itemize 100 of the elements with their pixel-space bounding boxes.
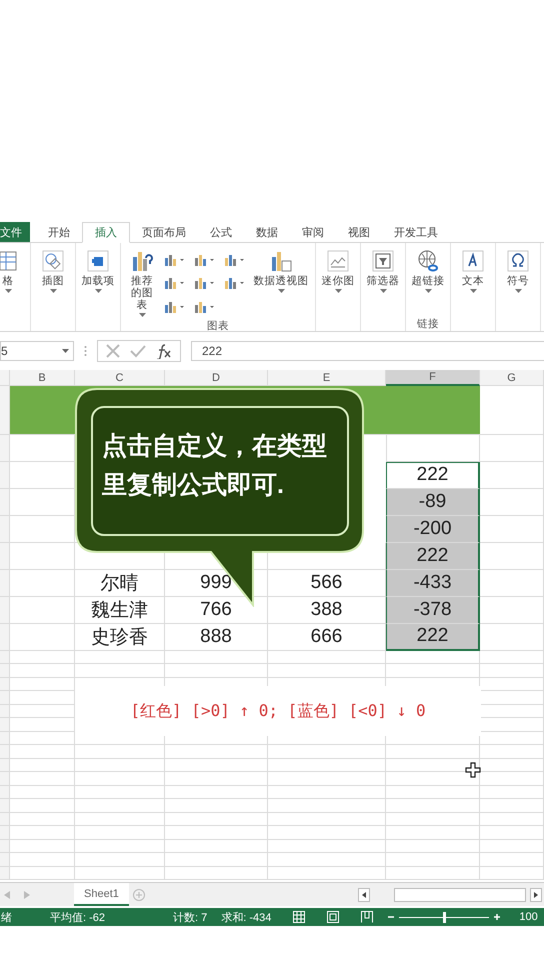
- table-cell[interactable]: [480, 542, 544, 570]
- page-break-icon[interactable]: [361, 911, 374, 923]
- table-cell[interactable]: [268, 866, 386, 880]
- chart-type-icon[interactable]: [164, 253, 186, 267]
- row-header[interactable]: [0, 826, 10, 840]
- row-header[interactable]: [0, 650, 10, 664]
- table-cell[interactable]: [165, 650, 268, 664]
- table-cell[interactable]: [480, 866, 544, 880]
- chart-type-icon[interactable]: [164, 276, 186, 290]
- row-header[interactable]: [0, 462, 10, 489]
- table-cell[interactable]: [165, 786, 268, 800]
- table-cell[interactable]: [10, 772, 75, 786]
- table-cell[interactable]: 尔晴: [75, 570, 165, 597]
- previous-icon[interactable]: [4, 890, 10, 898]
- table-cell[interactable]: [386, 812, 480, 826]
- ribbon-tab[interactable]: 视图: [336, 222, 382, 242]
- table-cell[interactable]: [386, 799, 480, 813]
- chart-type-icon[interactable]: [164, 300, 186, 314]
- table-cell[interactable]: [268, 664, 386, 678]
- table-cell[interactable]: [75, 799, 165, 813]
- formula-input[interactable]: 222: [191, 341, 544, 361]
- column-header[interactable]: E: [268, 370, 386, 386]
- table-cell[interactable]: [165, 866, 268, 880]
- table-cell[interactable]: [268, 853, 386, 867]
- table-cell[interactable]: [386, 840, 480, 854]
- check-icon[interactable]: [130, 344, 146, 358]
- table-cell[interactable]: [480, 840, 544, 854]
- row-header[interactable]: [0, 704, 10, 718]
- table-cell[interactable]: [386, 664, 480, 678]
- chart-type-icon[interactable]: [194, 300, 216, 314]
- zoom-in-icon[interactable]: [493, 913, 502, 921]
- column-header[interactable]: C: [75, 370, 165, 386]
- table-cell[interactable]: [386, 853, 480, 867]
- table-cell[interactable]: [480, 516, 544, 543]
- table-cell[interactable]: [165, 799, 268, 813]
- table-cell[interactable]: [480, 570, 544, 597]
- table-cell[interactable]: [386, 650, 480, 664]
- chart-type-icon[interactable]: [194, 276, 216, 290]
- table-cell[interactable]: 222: [386, 624, 480, 651]
- row-header[interactable]: [0, 840, 10, 854]
- table-cell[interactable]: [480, 772, 544, 786]
- row-header[interactable]: [0, 866, 10, 880]
- table-cell[interactable]: [75, 772, 165, 786]
- table-cell[interactable]: [268, 650, 386, 664]
- table-cell[interactable]: [480, 786, 544, 800]
- table-cell[interactable]: -433: [386, 570, 480, 597]
- scrollbar-thumb[interactable]: [394, 888, 526, 902]
- normal-view-icon[interactable]: [293, 911, 306, 923]
- table-cell[interactable]: [10, 786, 75, 800]
- row-header[interactable]: [0, 732, 10, 746]
- sheet-tab[interactable]: Sheet1: [74, 883, 129, 906]
- table-cell[interactable]: [75, 758, 165, 772]
- table-cell[interactable]: [480, 624, 544, 651]
- ribbon-tab[interactable]: 页面布局: [130, 222, 198, 242]
- page-layout-icon[interactable]: [327, 911, 340, 923]
- column-header[interactable]: F: [386, 370, 480, 386]
- row-header[interactable]: [0, 624, 10, 651]
- table-cell[interactable]: [268, 812, 386, 826]
- ribbon-button[interactable]: 迷你图: [319, 247, 357, 331]
- table-cell[interactable]: [165, 664, 268, 678]
- table-cell[interactable]: [480, 799, 544, 813]
- table-cell[interactable]: [480, 664, 544, 678]
- table-cell[interactable]: -378: [386, 596, 480, 624]
- ribbon-tab[interactable]: 插入: [82, 222, 130, 243]
- table-cell[interactable]: [75, 840, 165, 854]
- table-cell[interactable]: [10, 840, 75, 854]
- table-cell[interactable]: [165, 758, 268, 772]
- table-cell[interactable]: [480, 758, 544, 772]
- table-cell[interactable]: [480, 826, 544, 840]
- table-cell[interactable]: [10, 596, 75, 624]
- table-cell[interactable]: 222: [386, 462, 480, 489]
- row-header[interactable]: [0, 745, 10, 759]
- column-header[interactable]: D: [165, 370, 268, 386]
- table-cell[interactable]: [75, 664, 165, 678]
- table-cell[interactable]: [165, 745, 268, 759]
- ribbon-button[interactable]: 格: [0, 247, 27, 331]
- table-cell[interactable]: [386, 866, 480, 880]
- ribbon-tab[interactable]: 审阅: [290, 222, 336, 242]
- table-cell[interactable]: [10, 678, 75, 692]
- ribbon-tab[interactable]: 数据: [244, 222, 290, 242]
- table-cell[interactable]: [75, 786, 165, 800]
- table-cell[interactable]: [75, 826, 165, 840]
- row-header[interactable]: [0, 853, 10, 867]
- table-cell[interactable]: -200: [386, 516, 480, 543]
- ribbon-button[interactable]: 超链接: [409, 247, 447, 317]
- table-cell[interactable]: [165, 840, 268, 854]
- ribbon-button[interactable]: 插图: [34, 247, 72, 331]
- table-cell[interactable]: 888: [165, 624, 268, 651]
- row-header[interactable]: [0, 786, 10, 800]
- row-header[interactable]: [0, 758, 10, 772]
- table-cell[interactable]: [10, 812, 75, 826]
- table-cell[interactable]: [75, 812, 165, 826]
- table-cell[interactable]: [10, 664, 75, 678]
- table-cell[interactable]: [10, 866, 75, 880]
- table-cell[interactable]: [480, 745, 544, 759]
- table-cell[interactable]: [75, 866, 165, 880]
- row-header[interactable]: [0, 488, 10, 516]
- ribbon-button[interactable]: 数据透视图: [250, 247, 312, 320]
- table-cell[interactable]: [268, 840, 386, 854]
- ribbon-button[interactable]: 筛选器: [364, 247, 402, 331]
